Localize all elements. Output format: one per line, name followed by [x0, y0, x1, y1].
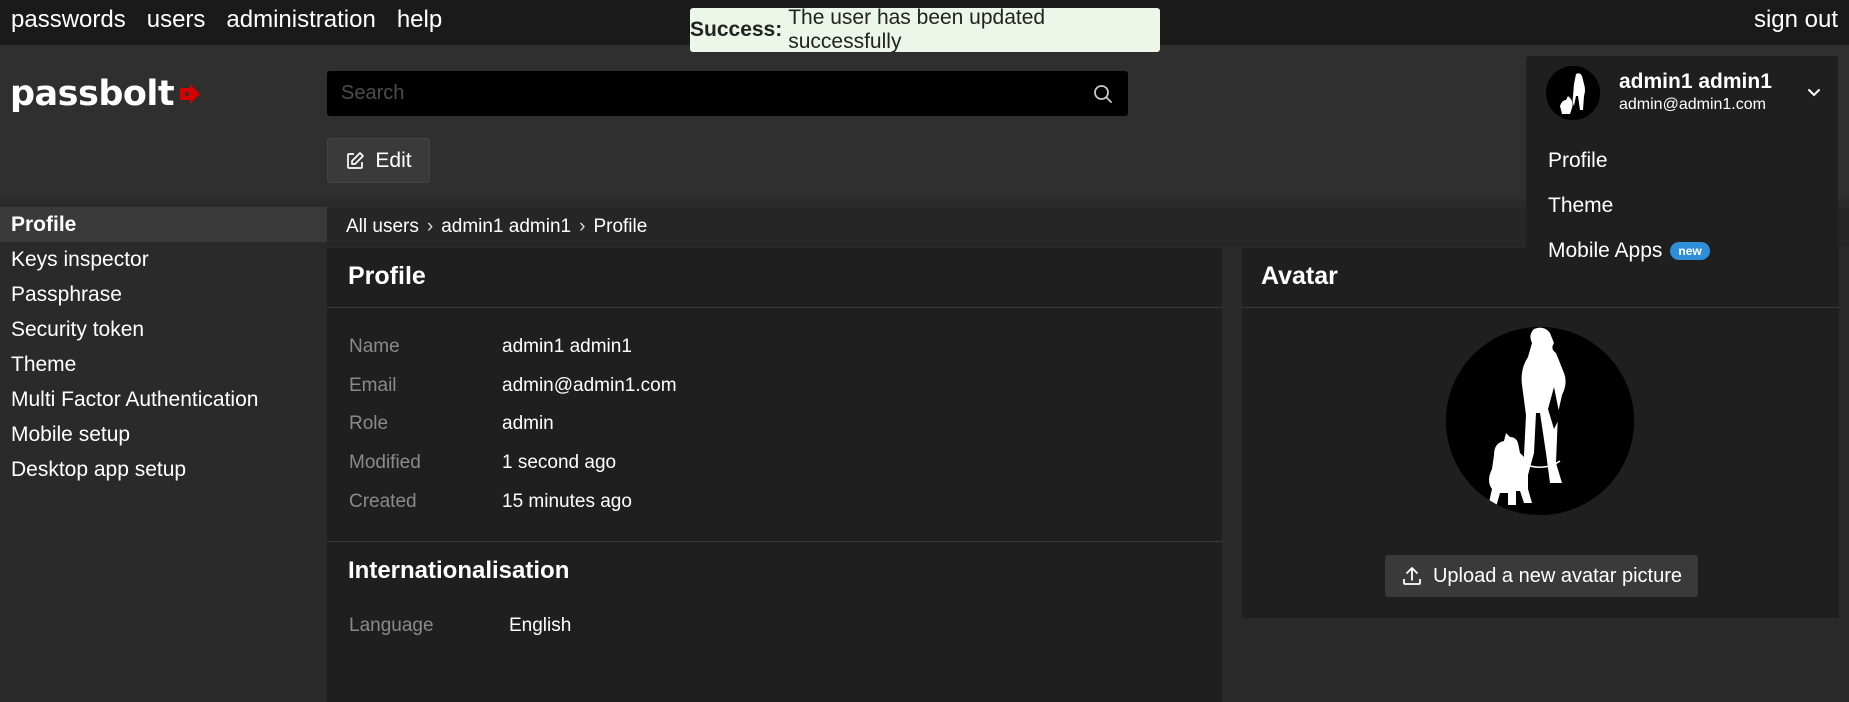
sidebar-item-passphrase[interactable]: Passphrase	[0, 277, 327, 312]
divider	[327, 307, 1222, 308]
logo-text: passbolt	[10, 74, 175, 114]
upload-label: Upload a new avatar picture	[1432, 564, 1683, 587]
search-icon[interactable]	[1092, 83, 1114, 105]
toast-title: Success:	[690, 18, 783, 41]
new-badge: new	[1670, 242, 1710, 260]
success-toast[interactable]: Success: The user has been updated succe…	[690, 6, 1160, 53]
breadcrumb-separator: ›	[579, 216, 586, 237]
menu-item-label: Theme	[1548, 194, 1614, 217]
divider	[327, 541, 1222, 542]
sidebar-item-label: Desktop app setup	[11, 457, 187, 481]
field-label: Language	[349, 615, 434, 636]
toast-message: The user has been updated successfully	[788, 6, 1046, 53]
edit-button[interactable]: Edit	[327, 138, 430, 183]
sidebar-item-mobile-setup[interactable]: Mobile setup	[0, 417, 327, 452]
field-created: Created 15 minutes ago	[349, 491, 632, 513]
field-name: Name admin1 admin1	[349, 336, 632, 358]
upload-avatar-button[interactable]: Upload a new avatar picture	[1385, 555, 1698, 597]
breadcrumb-separator: ›	[426, 216, 434, 237]
menu-item-mobile-apps[interactable]: Mobile Apps new	[1548, 238, 1710, 264]
field-value: admin@admin1.com	[502, 375, 677, 396]
sidebar: Profile Keys inspector Passphrase Securi…	[0, 207, 327, 702]
sidebar-item-label: Theme	[11, 352, 77, 376]
top-nav: passwords users administration help	[11, 6, 442, 34]
sidebar-item-label: Profile	[11, 212, 77, 236]
upload-icon	[1403, 567, 1421, 585]
sidebar-item-security-token[interactable]: Security token	[0, 312, 327, 347]
profile-panel: Profile Name admin1 admin1 Email admin@a…	[327, 248, 1222, 702]
passbolt-logo[interactable]: passbolt	[10, 74, 202, 114]
field-value: English	[509, 615, 572, 636]
field-modified: Modified 1 second ago	[349, 452, 616, 474]
field-label: Role	[349, 413, 389, 434]
nav-users[interactable]: users	[147, 6, 206, 34]
sidebar-item-label: Multi Factor Authentication	[11, 387, 259, 411]
user-email: admin@admin1.com	[1619, 96, 1766, 113]
menu-item-profile[interactable]: Profile	[1548, 148, 1710, 174]
divider	[1242, 307, 1839, 308]
sign-out-link[interactable]: sign out	[1754, 6, 1838, 34]
sidebar-item-keys-inspector[interactable]: Keys inspector	[0, 242, 327, 277]
nav-help[interactable]: help	[397, 6, 442, 34]
breadcrumb-profile[interactable]: Profile	[593, 216, 647, 238]
field-value: admin1 admin1	[502, 336, 632, 357]
field-label: Modified	[349, 452, 421, 473]
search-input[interactable]	[341, 82, 1092, 105]
sidebar-item-desktop-app-setup[interactable]: Desktop app setup	[0, 452, 327, 487]
user-menu: Profile Theme Mobile Apps new	[1548, 148, 1710, 264]
breadcrumb-all-users[interactable]: All users	[346, 216, 419, 238]
sidebar-item-mfa[interactable]: Multi Factor Authentication	[0, 382, 327, 417]
field-label: Created	[349, 491, 417, 512]
avatar-panel: Avatar Upload a new avatar picture	[1242, 248, 1839, 618]
sidebar-item-label: Mobile setup	[11, 422, 131, 446]
sidebar-item-label: Security token	[11, 317, 145, 341]
menu-item-label: Mobile Apps	[1548, 239, 1663, 262]
menu-item-label: Profile	[1548, 149, 1608, 172]
menu-item-theme[interactable]: Theme	[1548, 193, 1710, 219]
field-value: 15 minutes ago	[502, 491, 632, 512]
search-bar	[327, 71, 1128, 116]
sidebar-item-label: Keys inspector	[11, 247, 149, 271]
nav-administration[interactable]: administration	[226, 6, 375, 34]
chevron-down-icon[interactable]	[1806, 84, 1822, 100]
sidebar-item-theme[interactable]: Theme	[0, 347, 327, 382]
field-role: Role admin	[349, 413, 554, 435]
field-value: admin	[502, 413, 554, 434]
field-value: 1 second ago	[502, 452, 617, 473]
avatar-title: Avatar	[1261, 262, 1338, 290]
sidebar-item-profile[interactable]: Profile	[0, 207, 327, 242]
user-name: admin1 admin1	[1619, 70, 1772, 93]
field-label: Email	[349, 375, 397, 396]
i18n-title: Internationalisation	[348, 557, 570, 584]
profile-title: Profile	[348, 262, 426, 290]
field-language: Language English	[349, 615, 571, 637]
user-menu-dropdown: admin1 admin1 admin@admin1.com Profile T…	[1526, 56, 1838, 288]
breadcrumb-user[interactable]: admin1 admin1	[441, 216, 571, 238]
user-avatar[interactable]	[1546, 66, 1600, 120]
edit-label: Edit	[375, 148, 412, 172]
avatar-image	[1446, 327, 1634, 515]
logo-arrow-icon	[180, 84, 201, 104]
field-email: Email admin@admin1.com	[349, 375, 677, 397]
edit-icon	[347, 151, 365, 169]
nav-passwords[interactable]: passwords	[11, 6, 126, 34]
sidebar-item-label: Passphrase	[11, 282, 122, 306]
field-label: Name	[349, 336, 400, 357]
